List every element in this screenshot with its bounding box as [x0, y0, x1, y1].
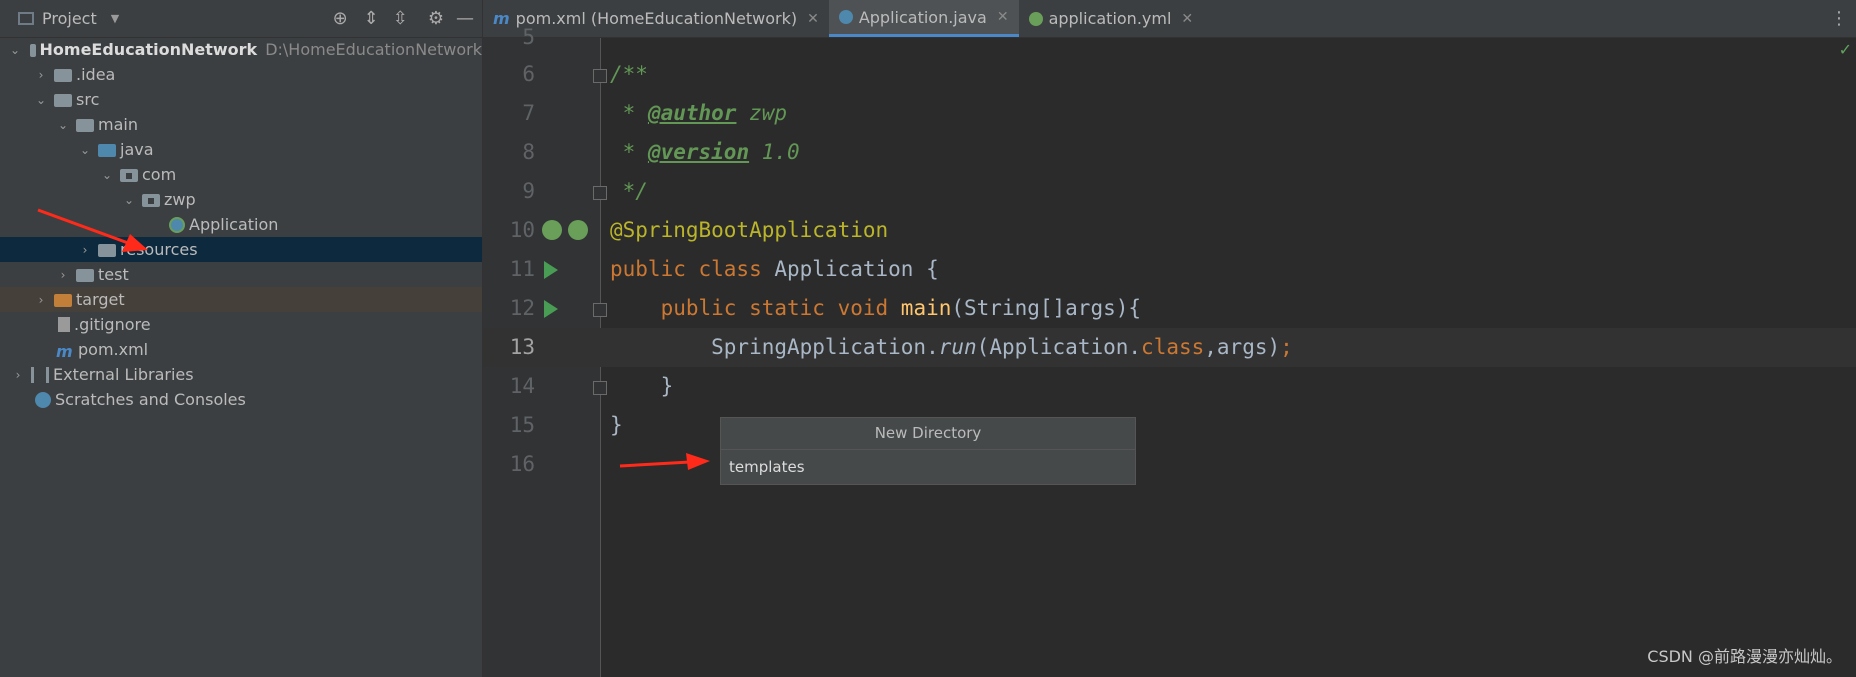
red-arrow-annotation	[37, 208, 710, 470]
watermark: CSDN @前路漫漫亦灿灿。	[1647, 647, 1842, 666]
